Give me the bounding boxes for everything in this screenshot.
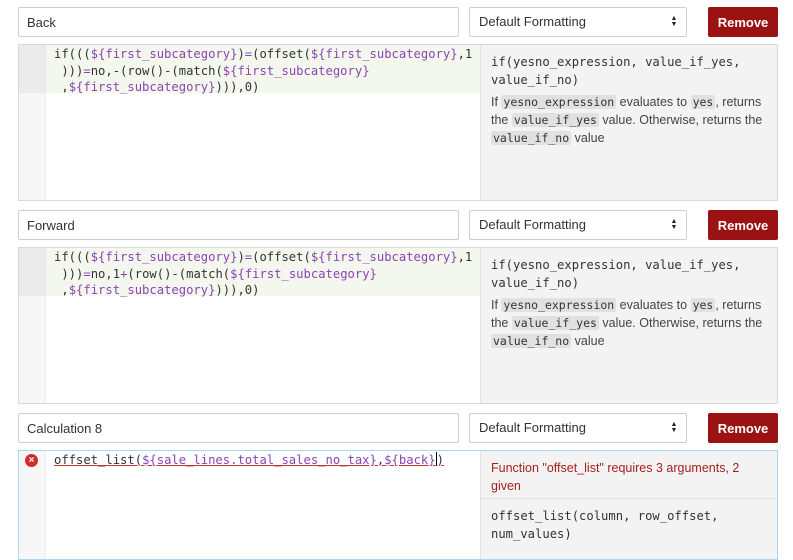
up-down-arrows-icon: ▲ ▼ (670, 218, 678, 231)
calculation-name-input[interactable] (18, 210, 459, 240)
expression-editor: × offset_list(${sale_lines.total_sales_n… (18, 450, 778, 560)
format-select[interactable]: Default Formatting ▲ ▼ (469, 210, 687, 240)
function-signature: if(yesno_expression, value_if_yes, value_… (491, 55, 741, 87)
remove-button[interactable]: Remove (708, 7, 778, 37)
error-message: Function "offset_list" requires 3 argume… (481, 451, 777, 499)
gutter-active-line (19, 248, 46, 296)
function-help-panel: if(yesno_expression, value_if_yes, value_… (480, 45, 777, 200)
expression-editor: if(((${first_subcategory})=(offset(${fir… (18, 44, 778, 201)
remove-button[interactable]: Remove (708, 413, 778, 443)
function-signature-box: offset_list(column, row_offset, num_value… (481, 499, 777, 551)
format-select[interactable]: Default Formatting ▲ ▼ (469, 7, 687, 37)
remove-button[interactable]: Remove (708, 210, 778, 240)
calculation-name-input[interactable] (18, 413, 459, 443)
up-down-arrows-icon: ▲ ▼ (670, 421, 678, 434)
function-description: If yesno_expression evaluates to yes, re… (491, 95, 763, 145)
error-circle-x-icon: × (25, 454, 38, 467)
function-help-panel: Function "offset_list" requires 3 argume… (480, 451, 777, 559)
format-select[interactable]: Default Formatting ▲ ▼ (469, 413, 687, 443)
editor-gutter: × (19, 451, 46, 559)
function-signature: if(yesno_expression, value_if_yes, value_… (491, 258, 741, 290)
function-description: If yesno_expression evaluates to yes, re… (491, 298, 763, 348)
expression-editor: if(((${first_subcategory})=(offset(${fir… (18, 247, 778, 404)
up-down-arrows-icon: ▲ ▼ (670, 15, 678, 28)
function-help-panel: if(yesno_expression, value_if_yes, value_… (480, 248, 777, 403)
function-signature: offset_list(column, row_offset, num_value… (491, 509, 719, 541)
calculation-name-input[interactable] (18, 7, 459, 37)
format-select-value: Default Formatting (479, 217, 586, 232)
gutter-active-line (19, 45, 46, 93)
format-select-value: Default Formatting (479, 420, 586, 435)
format-select-value: Default Formatting (479, 14, 586, 29)
